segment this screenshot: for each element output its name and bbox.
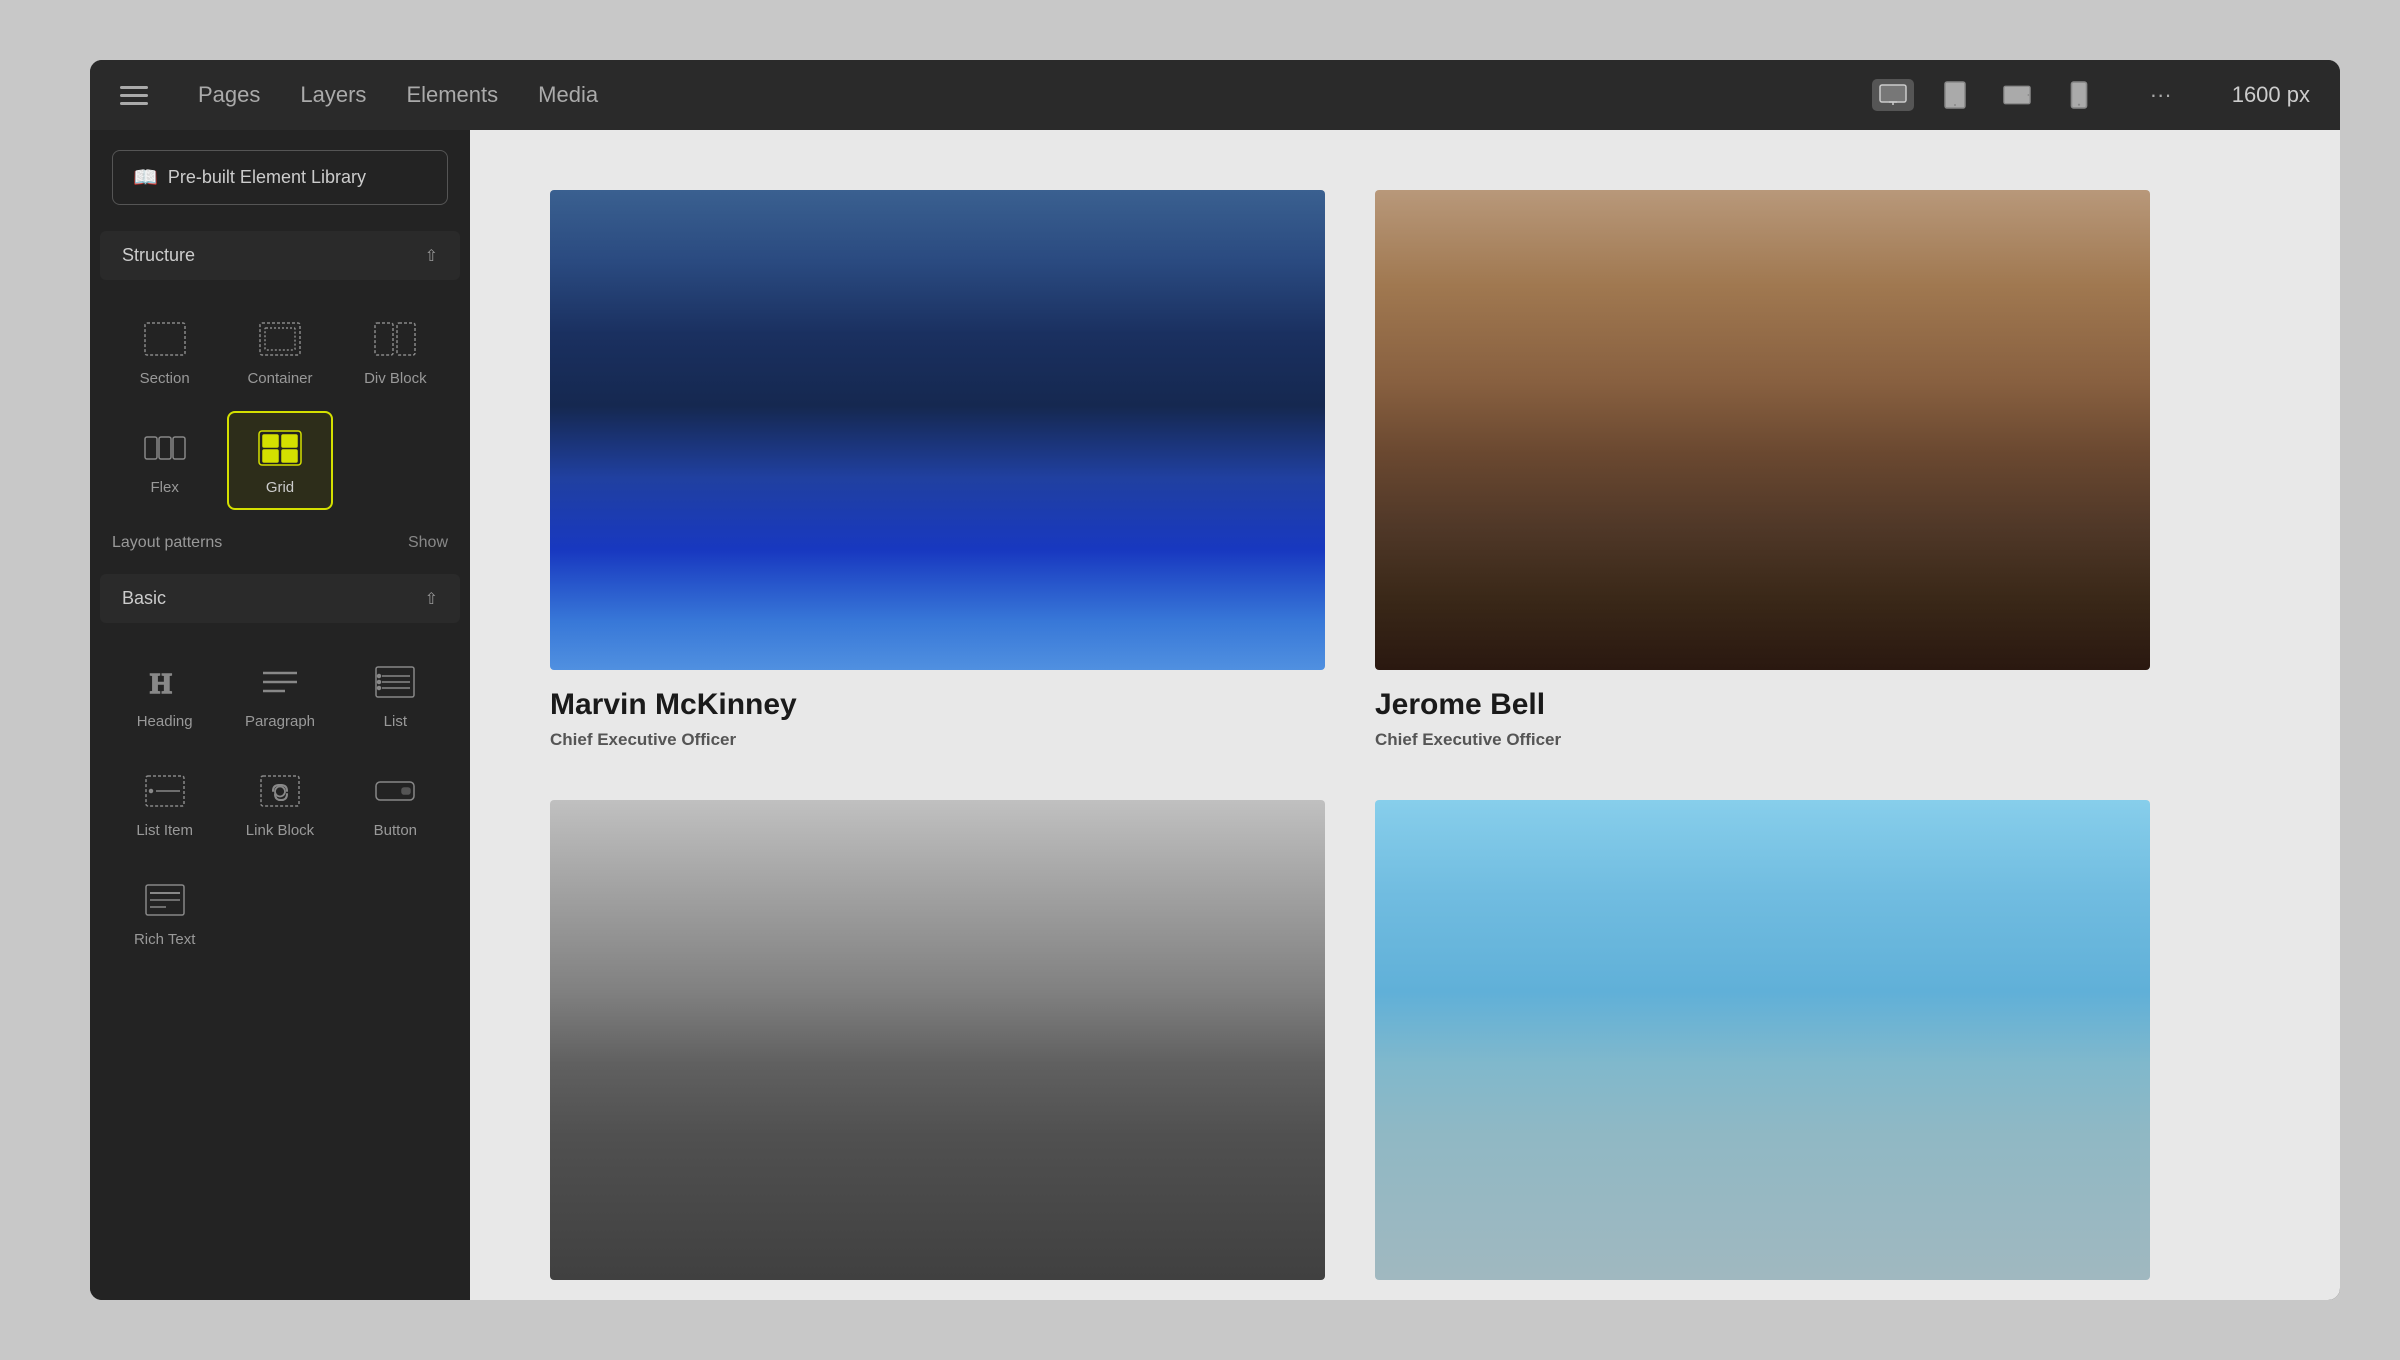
flex-label: Flex [150, 479, 178, 496]
tablet-icon [1941, 81, 1969, 109]
element-list-item[interactable]: List Item [112, 754, 217, 853]
structure-chevron-icon: ⇧ [425, 246, 438, 266]
element-list[interactable]: List [343, 645, 448, 744]
device-landscape-button[interactable] [1996, 79, 2038, 111]
structure-grid: Section Container [90, 286, 470, 526]
rich-text-label: Rich Text [134, 931, 195, 948]
element-rich-text[interactable]: Rich Text [112, 863, 217, 962]
topbar-nav: Pages Layers Elements Media [198, 82, 598, 108]
canvas: Marvin McKinney Chief Executive Officer … [470, 130, 2340, 1300]
team-card-person3 [550, 800, 1325, 1280]
element-grid[interactable]: Grid [227, 411, 332, 510]
structure-section-header[interactable]: Structure ⇧ [100, 231, 460, 280]
element-container[interactable]: Container [227, 302, 332, 401]
element-heading[interactable]: H Heading [112, 645, 217, 744]
grid-label: Grid [266, 479, 294, 496]
device-mobile-button[interactable] [2058, 79, 2100, 111]
layout-patterns-show-button[interactable]: Show [408, 534, 448, 552]
layout-patterns-row: Layout patterns Show [90, 526, 470, 568]
list-label: List [384, 713, 407, 730]
landscape-icon [2003, 81, 2031, 109]
heading-icon: H [137, 659, 193, 705]
desktop-icon [1879, 81, 1907, 109]
element-paragraph[interactable]: Paragraph [227, 645, 332, 744]
team-grid: Marvin McKinney Chief Executive Officer … [550, 190, 2150, 1280]
element-flex[interactable]: Flex [112, 411, 217, 510]
team-card-person4 [1375, 800, 2150, 1280]
team-card-marvin: Marvin McKinney Chief Executive Officer [550, 190, 1325, 750]
container-icon [252, 316, 308, 362]
grid-icon [252, 425, 308, 471]
basic-chevron-icon: ⇧ [425, 589, 438, 609]
nav-pages[interactable]: Pages [198, 82, 260, 108]
photo-person3 [550, 800, 1325, 1280]
basic-title: Basic [122, 588, 166, 609]
photo-marvin [550, 190, 1325, 670]
app-window: Pages Layers Elements Media [90, 60, 2340, 1300]
topbar: Pages Layers Elements Media [90, 60, 2340, 130]
book-icon: 📖 [133, 165, 158, 190]
jerome-name: Jerome Bell [1375, 688, 2150, 722]
element-div-block[interactable]: Div Block [343, 302, 448, 401]
basic-section-header[interactable]: Basic ⇧ [100, 574, 460, 623]
library-btn-label: Pre-built Element Library [168, 167, 366, 188]
list-icon [367, 659, 423, 705]
svg-text:H: H [150, 669, 172, 700]
library-button[interactable]: 📖 Pre-built Element Library [112, 150, 448, 205]
heading-label: Heading [137, 713, 193, 730]
link-block-icon [252, 768, 308, 814]
list-item-label: List Item [136, 822, 193, 839]
jerome-title: Chief Executive Officer [1375, 730, 2150, 750]
paragraph-label: Paragraph [245, 713, 315, 730]
sidebar: 📖 Pre-built Element Library Structure ⇧ … [90, 130, 470, 1300]
element-button[interactable]: Button [343, 754, 448, 853]
div-block-label: Div Block [364, 370, 427, 387]
list-item-icon [137, 768, 193, 814]
more-options-button[interactable]: ··· [2150, 82, 2172, 108]
device-tablet-button[interactable] [1934, 79, 1976, 111]
flex-icon [137, 425, 193, 471]
canvas-width: 1600 px [2232, 82, 2310, 108]
marvin-title: Chief Executive Officer [550, 730, 1325, 750]
div-block-icon [367, 316, 423, 362]
rich-text-icon [137, 877, 193, 923]
nav-elements[interactable]: Elements [406, 82, 498, 108]
device-icons [1872, 79, 2100, 111]
container-label: Container [247, 370, 312, 387]
main-area: 📖 Pre-built Element Library Structure ⇧ … [90, 130, 2340, 1300]
button-label: Button [374, 822, 417, 839]
photo-jerome [1375, 190, 2150, 670]
paragraph-icon [252, 659, 308, 705]
element-link-block[interactable]: Link Block [227, 754, 332, 853]
device-desktop-button[interactable] [1872, 79, 1914, 111]
link-block-label: Link Block [246, 822, 314, 839]
mobile-icon [2065, 81, 2093, 109]
structure-title: Structure [122, 245, 195, 266]
nav-layers[interactable]: Layers [300, 82, 366, 108]
element-section[interactable]: Section [112, 302, 217, 401]
section-icon [137, 316, 193, 362]
section-label: Section [140, 370, 190, 387]
nav-media[interactable]: Media [538, 82, 598, 108]
marvin-name: Marvin McKinney [550, 688, 1325, 722]
basic-grid: H Heading Paragraph [90, 629, 470, 978]
hamburger-icon[interactable] [120, 86, 148, 105]
photo-person4 [1375, 800, 2150, 1280]
layout-patterns-label: Layout patterns [112, 534, 222, 552]
team-card-jerome: Jerome Bell Chief Executive Officer [1375, 190, 2150, 750]
button-icon [367, 768, 423, 814]
